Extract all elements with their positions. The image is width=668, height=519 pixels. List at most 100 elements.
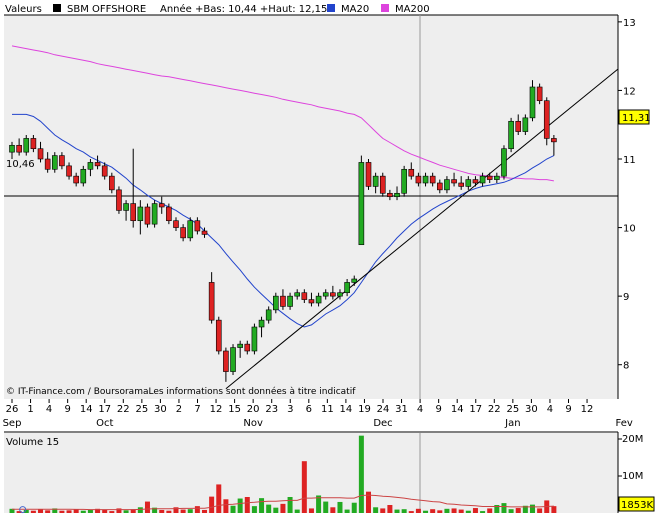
candle-down xyxy=(387,192,393,198)
candle-down xyxy=(166,206,172,222)
candle-down xyxy=(208,282,215,321)
volume-bar-down xyxy=(551,506,557,513)
volume-bar-up xyxy=(444,508,450,513)
candle-down xyxy=(415,175,422,184)
date-tick-label: 9 xyxy=(435,404,441,415)
candle-down xyxy=(365,162,372,187)
candle-down xyxy=(44,158,51,170)
date-tick-label: 20 xyxy=(247,404,260,415)
candle-down xyxy=(30,138,37,150)
volume-bar-down xyxy=(472,508,478,513)
candle-up xyxy=(265,309,272,321)
date-tick-label: 7 xyxy=(194,404,200,415)
candle-up xyxy=(123,203,129,211)
volume-bar-down xyxy=(144,501,150,513)
candle-up xyxy=(394,192,400,198)
candle-up xyxy=(294,292,301,297)
volume-bar-down xyxy=(166,510,172,513)
volume-bar-up xyxy=(137,507,143,513)
candle-up xyxy=(337,292,343,297)
candle-up xyxy=(251,326,258,352)
volume-bar-up xyxy=(237,498,243,513)
volume-bar-up xyxy=(251,506,257,513)
volume-bar-up xyxy=(266,504,272,513)
volume-bar-down xyxy=(387,505,393,513)
candle-down xyxy=(94,162,101,167)
date-tick-label: 17 xyxy=(469,404,482,415)
volume-bar-down xyxy=(180,509,186,513)
candle-down xyxy=(308,299,315,304)
volume-bar-down xyxy=(209,496,215,513)
ma200-swatch xyxy=(381,4,389,12)
candle-down xyxy=(201,230,208,235)
volume-bar-down xyxy=(66,510,72,513)
date-tick-label: 24 xyxy=(377,404,390,415)
header-label: Valeurs xyxy=(5,4,42,15)
candle-up xyxy=(358,162,365,246)
date-tick-label: 19 xyxy=(358,404,371,415)
date-tick-label: 26 xyxy=(6,404,19,415)
header-stats: Année +Bas: 10,44 +Haut: 12,15 xyxy=(160,3,327,15)
date-tick-label: 14 xyxy=(340,404,353,415)
candle-down xyxy=(73,175,79,184)
date-tick-label: 15 xyxy=(228,404,241,415)
volume-bar-up xyxy=(465,510,471,513)
candle-up xyxy=(80,168,87,184)
volume-bar-down xyxy=(216,484,222,513)
volume-badge-text: 1853K xyxy=(621,500,653,511)
candle-up xyxy=(273,295,279,311)
date-tick-label: 12 xyxy=(210,404,223,415)
date-tick-label: 4 xyxy=(417,404,423,415)
volume-bar-up xyxy=(373,507,379,513)
candle-up xyxy=(372,175,379,187)
volume-bar-up xyxy=(287,497,293,513)
candle-down xyxy=(543,100,550,139)
volume-bar-down xyxy=(487,508,493,513)
volume-bar-up xyxy=(123,510,129,513)
price-tick-label: 9 xyxy=(623,292,629,303)
price-tick-label: 12 xyxy=(623,86,636,97)
date-tick-label: 6 xyxy=(306,404,312,415)
volume-bar-down xyxy=(308,508,314,513)
candle-up xyxy=(137,206,144,222)
candle-down xyxy=(16,144,22,153)
header-symbol: SBM OFFSHORE xyxy=(67,4,146,15)
volume-tick-label-20m: 20M xyxy=(622,434,643,445)
volume-bar-up xyxy=(230,505,236,513)
volume-bar-up xyxy=(501,503,507,513)
date-tick-label: 22 xyxy=(488,404,501,415)
volume-bar-down xyxy=(451,508,457,513)
volume-label: Volume 15 xyxy=(6,437,59,448)
volume-bar-up xyxy=(344,509,350,513)
month-label: Oct xyxy=(96,418,113,429)
candle-up xyxy=(23,138,30,153)
candle-up xyxy=(401,168,407,194)
volume-tick-label-10m: 10M xyxy=(622,471,643,482)
volume-bar-up xyxy=(273,507,279,513)
candle-down xyxy=(429,175,436,184)
candle-up xyxy=(529,86,536,119)
candle-up xyxy=(494,175,500,180)
ma20-legend: MA20 xyxy=(341,4,369,15)
volume-bar-up xyxy=(187,509,193,513)
candle-up xyxy=(479,175,486,184)
volume-bar-down xyxy=(537,508,543,513)
volume-bar-down xyxy=(38,509,44,513)
volume-bar-down xyxy=(437,510,443,513)
price-tick-label: 11 xyxy=(623,155,636,166)
date-tick-label: 25 xyxy=(506,404,519,415)
volume-bar-down xyxy=(380,508,386,513)
candle-up xyxy=(187,220,194,239)
candle-down xyxy=(158,203,165,208)
candle-down xyxy=(109,175,115,191)
date-tick-label: 11 xyxy=(321,404,334,415)
candle-down xyxy=(215,319,222,352)
candle-down xyxy=(515,120,522,132)
candle-down xyxy=(330,292,336,297)
price-tick-label: 13 xyxy=(623,18,636,29)
last-price-text: 11,31 xyxy=(622,113,651,124)
volume-bar-down xyxy=(244,497,250,513)
volume-bar-up xyxy=(394,509,400,513)
candle-down xyxy=(173,220,179,228)
date-tick-label: 14 xyxy=(80,404,93,415)
